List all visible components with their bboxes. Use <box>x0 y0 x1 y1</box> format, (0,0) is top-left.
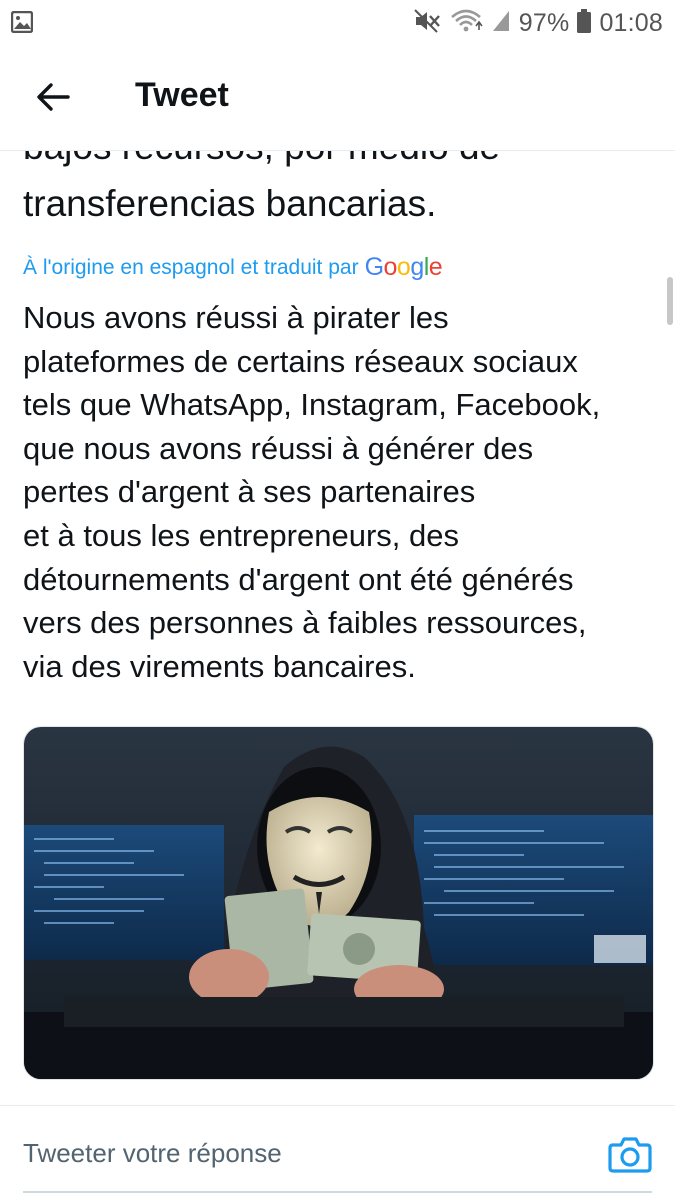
translation-note-label: À l'origine en espagnol et traduit par <box>23 255 359 279</box>
translated-line: plateformes de certains réseaux sociaux <box>23 343 578 379</box>
translated-line: Nous avons réussi à pirater les <box>23 300 449 335</box>
reply-divider <box>23 1191 652 1193</box>
wifi-icon <box>449 8 483 39</box>
battery-percent: 97% <box>518 8 570 37</box>
google-logo: Google <box>364 253 443 281</box>
page-title: Tweet <box>135 76 229 114</box>
translated-line: tels que WhatsApp, Instagram, Facebook, <box>23 387 601 423</box>
tweet-detail: bajos recursos, por medio de transferenc… <box>0 131 675 1106</box>
camera-button[interactable] <box>607 1131 653 1177</box>
translated-line: détournements d'argent ont été générés <box>23 561 574 597</box>
top-app-bar: Tweet <box>0 46 675 151</box>
translated-line: et à tous les entrepreneurs, des <box>23 517 459 553</box>
back-button[interactable] <box>30 74 76 120</box>
reply-bar: Tweeter votre réponse <box>0 1105 675 1201</box>
tweet-photo[interactable] <box>23 726 654 1080</box>
arrow-left-icon <box>37 83 70 111</box>
translation-note[interactable]: À l'origine en espagnol et traduit par G… <box>23 253 443 282</box>
original-text-line: transferencias bancarias. <box>23 183 437 224</box>
gallery-notification-icon <box>10 10 34 38</box>
status-bar: 97% 01:08 <box>0 0 675 46</box>
scrollbar[interactable] <box>667 277 673 325</box>
translated-line: via des virements bancaires. <box>23 648 416 684</box>
mute-icon <box>413 8 441 39</box>
translated-line: que nous avons réussi à générer des <box>23 430 534 466</box>
signal-icon <box>491 9 511 38</box>
clock: 01:08 <box>599 8 663 37</box>
camera-icon <box>608 1137 652 1173</box>
reply-input[interactable]: Tweeter votre réponse <box>23 1138 282 1169</box>
battery-icon <box>577 8 592 38</box>
translated-text: Nous avons réussi à pirater les platefor… <box>23 296 663 688</box>
translated-line: pertes d'argent à ses partenaires <box>23 474 476 510</box>
photo-masked-hacker <box>24 727 653 1079</box>
translated-line: vers des personnes à faibles ressources, <box>23 605 587 641</box>
